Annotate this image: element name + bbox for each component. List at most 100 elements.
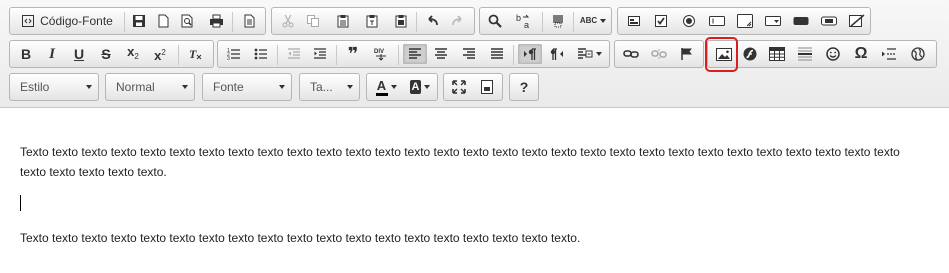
preview-icon [180, 14, 194, 28]
spellcheck-button[interactable]: ABC [578, 11, 608, 31]
smiley-button[interactable] [822, 44, 844, 64]
italic-icon: I [49, 46, 55, 62]
copy-button[interactable] [302, 11, 324, 31]
button-icon [793, 16, 809, 26]
paste-word-icon [394, 14, 408, 28]
hidden-field-icon [849, 14, 865, 28]
align-center-icon [434, 47, 448, 61]
replace-button[interactable]: ba [511, 11, 537, 31]
svg-text:b: b [516, 13, 521, 23]
document-toolbar-group: Código-Fonte [9, 7, 266, 35]
hidden-field-button[interactable] [846, 11, 868, 31]
svg-text:a: a [524, 20, 529, 29]
form-button-button[interactable] [790, 11, 812, 31]
select-all-button[interactable] [547, 11, 569, 31]
chevron-down-icon [86, 85, 92, 89]
language-button[interactable] [573, 44, 605, 64]
page-break-button[interactable] [878, 44, 900, 64]
anchor-button[interactable] [676, 44, 698, 64]
preview-button[interactable] [176, 11, 198, 31]
remove-format-button[interactable]: T [185, 44, 207, 64]
links-toolbar-group [614, 40, 704, 68]
align-center-button[interactable] [430, 44, 452, 64]
increase-indent-button[interactable] [309, 44, 331, 64]
templates-button[interactable] [238, 11, 260, 31]
underline-icon: U [73, 46, 85, 62]
rtl-button[interactable] [546, 44, 568, 64]
colors-toolbar-group: A A [366, 73, 438, 101]
background-color-button[interactable]: A [404, 77, 436, 97]
numbered-list-button[interactable]: 123 [223, 44, 245, 64]
checkbox-button[interactable] [650, 11, 672, 31]
paste-text-button[interactable] [361, 11, 383, 31]
font-dropdown[interactable]: Fonte [202, 73, 292, 101]
radio-button[interactable] [678, 11, 700, 31]
outdent-icon [287, 47, 301, 61]
horizontal-rule-button[interactable] [794, 44, 816, 64]
show-blocks-button[interactable] [476, 77, 498, 97]
ltr-button[interactable] [518, 44, 542, 64]
align-right-button[interactable] [458, 44, 480, 64]
strikethrough-button[interactable]: S [95, 44, 117, 64]
font-size-dropdown[interactable]: Ta... [299, 73, 360, 101]
save-button[interactable] [128, 11, 150, 31]
align-right-icon [462, 47, 476, 61]
bulleted-list-button[interactable] [250, 44, 272, 64]
print-button[interactable] [204, 11, 228, 31]
font-dropdown-label: Fonte [213, 80, 244, 94]
paste-word-button[interactable] [390, 11, 412, 31]
superscript-icon: x2 [154, 47, 166, 63]
superscript-button[interactable]: x2 [149, 44, 171, 64]
strikethrough-icon: S [101, 46, 111, 62]
redo-button[interactable] [447, 11, 469, 31]
styles-dropdown[interactable]: Estilo [9, 73, 99, 101]
align-left-button[interactable] [403, 44, 427, 64]
paste-text-icon [365, 14, 379, 28]
editor-content[interactable]: Texto texto texto texto texto texto text… [20, 142, 920, 248]
text-color-button[interactable]: A [371, 77, 401, 97]
chevron-down-icon [279, 85, 285, 89]
select-all-icon [551, 14, 565, 28]
paragraph-toolbar-group: 123 ❞ DIV [217, 40, 610, 68]
format-dropdown[interactable]: Normal [105, 73, 195, 101]
flash-button[interactable] [739, 44, 761, 64]
numbered-list-icon: 123 [227, 47, 241, 61]
spellcheck-icon: ABC [579, 16, 598, 25]
iframe-button[interactable] [907, 44, 929, 64]
form-button[interactable] [623, 11, 645, 31]
special-char-button[interactable]: Ω [850, 44, 872, 64]
bold-icon: B [20, 46, 32, 62]
new-page-button[interactable] [152, 11, 174, 31]
text-field-button[interactable] [706, 11, 728, 31]
source-button[interactable]: Código-Fonte [13, 11, 121, 31]
blockquote-button[interactable]: ❞ [342, 44, 364, 64]
paste-button[interactable] [332, 11, 354, 31]
editing-toolbar-group: ba ABC [479, 7, 612, 35]
unlink-button[interactable] [648, 44, 670, 64]
table-button[interactable] [766, 44, 788, 64]
create-div-button[interactable]: DIV [369, 44, 393, 64]
language-icon [577, 47, 593, 61]
textarea-button[interactable] [734, 11, 756, 31]
show-blocks-icon [480, 79, 494, 95]
image-button-button[interactable] [818, 11, 840, 31]
link-button[interactable] [620, 44, 642, 64]
bold-button[interactable]: B [15, 44, 37, 64]
undo-button[interactable] [421, 11, 443, 31]
image-button-icon [821, 16, 837, 26]
help-button[interactable]: ? [513, 77, 535, 97]
form-icon [627, 14, 641, 28]
decrease-indent-button[interactable] [283, 44, 305, 64]
help-icon: ? [519, 79, 529, 95]
checkbox-icon [654, 14, 668, 28]
italic-button[interactable]: I [41, 44, 63, 64]
maximize-button[interactable] [448, 77, 470, 97]
image-button-highlight [705, 37, 738, 72]
select-field-button[interactable] [762, 11, 784, 31]
align-justify-button[interactable] [486, 44, 508, 64]
cut-button[interactable] [277, 11, 299, 31]
find-button[interactable] [483, 11, 507, 31]
redo-icon [451, 14, 465, 28]
underline-button[interactable]: U [68, 44, 90, 64]
subscript-button[interactable]: x2 [122, 44, 144, 64]
